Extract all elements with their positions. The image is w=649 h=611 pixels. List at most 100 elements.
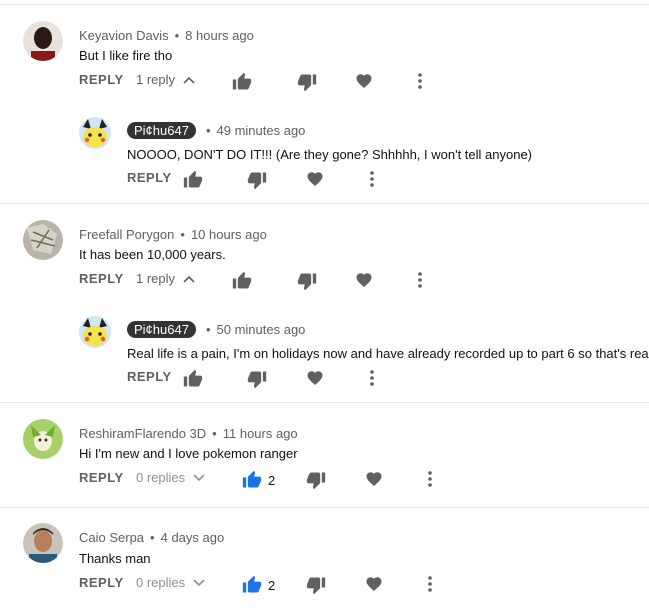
like-button[interactable] [183,369,203,389]
avatar[interactable] [23,21,63,61]
separator-dot: • [212,426,217,441]
more-vert-icon [418,73,422,89]
comment-meta: Keyavion Davis • 8 hours ago [79,28,254,43]
avatar[interactable] [23,419,63,459]
thumb-down-icon [306,577,326,595]
like-button[interactable] [183,170,203,190]
chevron-down-icon [193,473,205,482]
thumb-up-icon [232,271,252,289]
heart-button[interactable] [365,470,383,488]
avatar-image [23,523,63,563]
reply-button[interactable]: REPLY [79,470,124,485]
reply-button[interactable]: REPLY [127,170,172,185]
divider [0,507,649,508]
reply-meta: Pi¢hu647 • 49 minutes ago [127,122,305,139]
heart-icon [356,273,372,288]
replies-count: 1 reply [136,271,176,286]
more-actions-button[interactable] [427,470,433,488]
thumb-up-icon [232,72,252,90]
more-actions-button[interactable] [417,72,423,90]
heart-icon [307,172,323,187]
thumb-down-icon [297,273,317,291]
like-count: 2 [268,577,276,593]
replies-toggle[interactable]: 1 reply [136,72,195,87]
thumb-down-icon [247,371,267,389]
more-actions-button[interactable] [369,369,375,387]
comment-time[interactable]: 8 hours ago [185,28,254,43]
comment-actions: REPLY 1 reply [79,72,439,92]
replies-toggle[interactable]: 0 replies [136,470,205,485]
dislike-button[interactable] [306,470,326,490]
heart-icon [307,371,323,386]
reply-button[interactable]: REPLY [127,369,172,384]
like-button[interactable]: 2 [242,575,275,595]
replies-toggle[interactable]: 1 reply [136,271,195,286]
more-vert-icon [428,576,432,592]
heart-button[interactable] [365,575,383,593]
comment-text: Thanks man [79,551,151,566]
heart-button[interactable] [355,271,373,289]
avatar-image [79,117,111,149]
heart-button[interactable] [306,170,324,188]
more-actions-button[interactable] [417,271,423,289]
comment-meta: ReshiramFlarendo 3D • 11 hours ago [79,426,298,441]
reply-button[interactable]: REPLY [79,72,124,87]
heart-button[interactable] [306,369,324,387]
dislike-button[interactable] [306,575,326,595]
dislike-button[interactable] [247,170,267,190]
avatar[interactable] [79,316,111,348]
separator-dot: • [205,322,211,337]
reply-text: NOOOO, DON'T DO IT!!! (Are they gone? Sh… [127,147,533,162]
like-button[interactable] [232,271,252,291]
more-actions-button[interactable] [427,575,433,593]
comment-actions: REPLY 0 replies 2 [79,470,449,490]
thumb-up-icon [242,470,262,488]
dislike-button[interactable] [297,271,317,291]
like-button[interactable]: 2 [242,470,275,490]
thumb-up-icon [183,369,203,387]
heart-icon [366,472,382,487]
thumb-up-icon [242,575,262,593]
replies-count: 1 reply [136,72,176,87]
separator-dot: • [174,28,180,43]
more-actions-button[interactable] [369,170,375,188]
avatar[interactable] [23,523,63,563]
separator-dot: • [150,530,155,545]
separator-dot: • [205,123,211,138]
dislike-button[interactable] [297,72,317,92]
avatar[interactable] [79,117,111,149]
reply-actions: REPLY [127,170,387,190]
replies-toggle[interactable]: 0 replies [136,575,205,590]
replies-count: 0 replies [136,575,186,590]
channel-owner-badge[interactable]: Pi¢hu647 [127,321,196,338]
more-vert-icon [428,471,432,487]
reply-button[interactable]: REPLY [79,271,124,286]
thumb-down-icon [306,472,326,490]
avatar-image [23,220,63,260]
comment-text: Hi I'm new and I love pokemon ranger [79,446,298,461]
comment-author[interactable]: Keyavion Davis [79,28,169,43]
heart-button[interactable] [355,72,373,90]
avatar[interactable] [23,220,63,260]
like-button[interactable] [232,72,252,92]
comment-time[interactable]: 10 hours ago [191,227,267,242]
reply-button[interactable]: REPLY [79,575,124,590]
comment-author[interactable]: ReshiramFlarendo 3D [79,426,206,441]
separator-dot: • [180,227,185,242]
reply-time[interactable]: 50 minutes ago [217,322,306,337]
reply-time[interactable]: 49 minutes ago [217,123,306,138]
reply-actions: REPLY [127,369,387,389]
comment-meta: Caio Serpa • 4 days ago [79,530,224,545]
comment-time[interactable]: 11 hours ago [223,426,298,441]
comment-meta: Freefall Porygon • 10 hours ago [79,227,267,242]
reply-meta: Pi¢hu647 • 50 minutes ago [127,321,305,338]
comment-author[interactable]: Freefall Porygon [79,227,174,242]
avatar-image [23,21,63,61]
divider [0,4,649,5]
comment-author[interactable]: Caio Serpa [79,530,144,545]
channel-owner-badge[interactable]: Pi¢hu647 [127,122,196,139]
heart-icon [356,74,372,89]
comment-time[interactable]: 4 days ago [161,530,225,545]
comment-text: It has been 10,000 years. [79,247,226,262]
dislike-button[interactable] [247,369,267,389]
